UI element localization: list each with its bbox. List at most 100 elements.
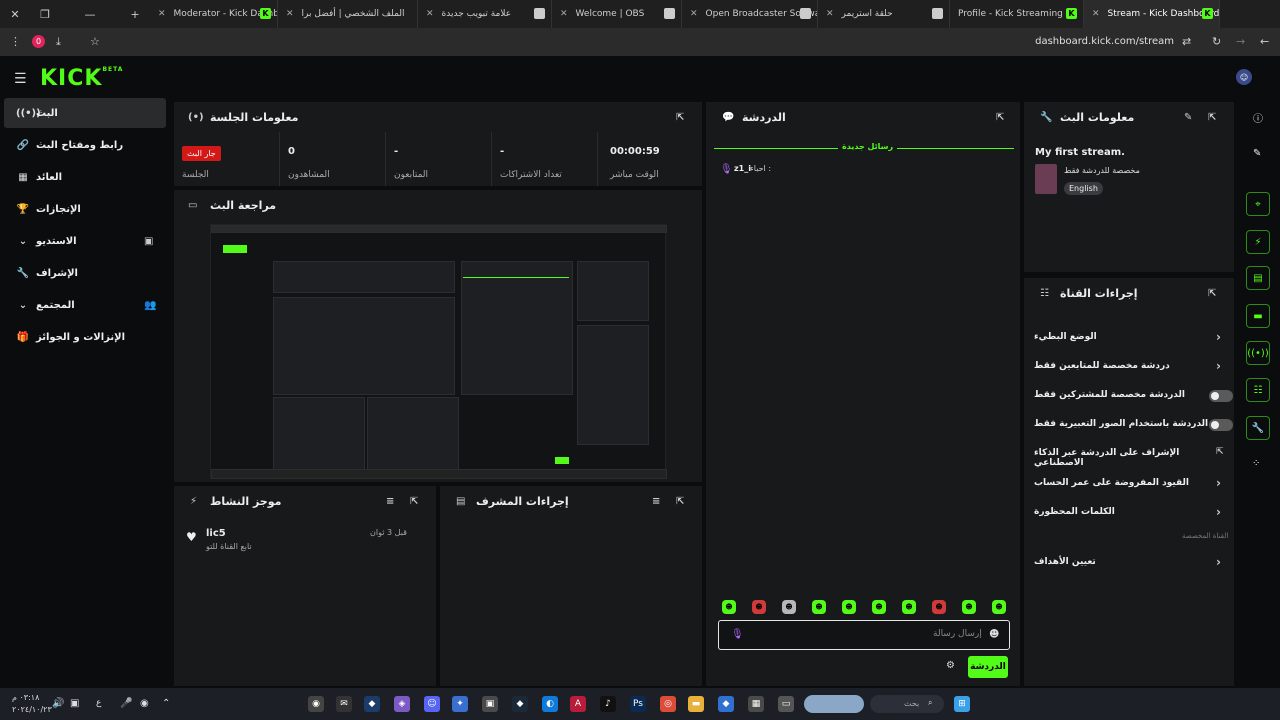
edge-taskbar-icon[interactable]: ◐ bbox=[542, 696, 558, 712]
emote-button[interactable]: ☻ bbox=[962, 600, 976, 614]
maximize-window-button[interactable]: ❐ bbox=[30, 0, 60, 28]
app-taskbar-icon[interactable]: ◈ bbox=[394, 696, 410, 712]
quick-action-button[interactable]: ▬ bbox=[1246, 304, 1270, 328]
steam-taskbar-icon[interactable]: ◆ bbox=[364, 696, 380, 712]
close-icon[interactable]: ✕ bbox=[826, 9, 834, 19]
close-icon[interactable]: ✕ bbox=[426, 9, 434, 19]
back-icon[interactable]: ← bbox=[1260, 35, 1269, 48]
steam-taskbar-icon[interactable]: ◆ bbox=[512, 696, 528, 712]
emote-button[interactable]: ☻ bbox=[782, 600, 796, 614]
emote-button[interactable]: ☻ bbox=[992, 600, 1006, 614]
user-avatar[interactable]: ☺ bbox=[1236, 69, 1252, 85]
obs-taskbar-icon[interactable]: ◉ bbox=[308, 696, 324, 712]
account-age-row[interactable]: القيود المفروضة على عمر الحساب › bbox=[1034, 476, 1224, 490]
stream-preview-video[interactable] bbox=[210, 224, 667, 479]
site-settings-icon[interactable]: ⇄ bbox=[1182, 35, 1191, 48]
emote-button[interactable]: ☻ bbox=[752, 600, 766, 614]
chat-input-box[interactable]: 🎙 إرسال رسالة ☻ bbox=[718, 620, 1010, 650]
sidebar-item-drops[interactable]: 🎁 الإنزالات و الجوائز bbox=[4, 322, 166, 352]
sidebar-item-studio[interactable]: ⌄ الاستديو ▣ bbox=[4, 226, 166, 256]
tab-streamer-episode[interactable]: ✕ حلقة استريمر bbox=[818, 0, 950, 28]
popout-icon[interactable]: ⇱ bbox=[676, 496, 684, 507]
chevron-up-icon[interactable]: ⌃ bbox=[162, 698, 170, 709]
url-field[interactable]: dashboard.kick.com/stream bbox=[1035, 36, 1174, 47]
record-icon[interactable]: ◉ bbox=[140, 698, 149, 709]
close-icon[interactable]: ✕ bbox=[690, 9, 698, 19]
app-taskbar-icon[interactable]: ▭ bbox=[778, 696, 794, 712]
forward-icon[interactable]: → bbox=[1236, 35, 1245, 48]
popout-icon[interactable]: ⇱ bbox=[1208, 288, 1216, 299]
edit-pencil-icon[interactable]: ✎ bbox=[1253, 148, 1261, 159]
sidebar-item-stream[interactable]: ((•)) البث bbox=[4, 98, 166, 128]
emote-button[interactable]: ☻ bbox=[842, 600, 856, 614]
tiktok-taskbar-icon[interactable]: ♪ bbox=[600, 696, 616, 712]
followers-only-row[interactable]: دردشة مخصصة للمتابعين فقط › bbox=[1034, 359, 1224, 373]
close-icon[interactable]: ✕ bbox=[1092, 9, 1100, 19]
filter-icon[interactable]: ≡ bbox=[386, 496, 394, 507]
sidebar-item-moderation[interactable]: 🔧 الإشراف bbox=[4, 258, 166, 288]
hamburger-menu-icon[interactable]: ☰ bbox=[14, 71, 27, 87]
minimize-window-button[interactable]: — bbox=[60, 0, 120, 28]
emoji-picker-icon[interactable]: ☻ bbox=[989, 629, 999, 640]
ai-moderation-row[interactable]: الإشراف على الدردشة عبر الذكاء الاصطناعي… bbox=[1034, 447, 1224, 468]
sidebar-item-community[interactable]: ⌄ المجتمع 👥 bbox=[4, 290, 166, 320]
tab-obs-software[interactable]: ✕ Open Broadcaster Softwa bbox=[682, 0, 818, 28]
close-icon[interactable]: ✕ bbox=[158, 9, 166, 19]
filter-icon[interactable]: ≡ bbox=[652, 496, 660, 507]
close-icon[interactable]: ✕ bbox=[560, 9, 568, 19]
info-icon[interactable]: ⓘ bbox=[1253, 110, 1263, 125]
photoshop-taskbar-icon[interactable]: Ps bbox=[630, 696, 646, 712]
kick-logo[interactable]: KICKBETA bbox=[40, 66, 123, 91]
activity-user[interactable]: lic5 bbox=[206, 528, 226, 539]
quick-action-button[interactable]: ⚡ bbox=[1246, 230, 1270, 254]
subscribers-only-toggle[interactable] bbox=[1209, 390, 1233, 402]
emote-button[interactable]: ☻ bbox=[812, 600, 826, 614]
input-language[interactable]: ع bbox=[96, 698, 101, 708]
set-goals-row[interactable]: تعيين الأهداف › bbox=[1034, 555, 1224, 569]
tab-kick-profile[interactable]: Profile - Kick Streaming K bbox=[950, 0, 1084, 28]
start-windows-icon[interactable]: ⊞ bbox=[954, 696, 970, 712]
discord-taskbar-icon[interactable]: ☺ bbox=[424, 696, 440, 712]
quick-action-button[interactable]: ☷ bbox=[1246, 378, 1270, 402]
app-taskbar-icon[interactable]: ◆ bbox=[718, 696, 734, 712]
store-taskbar-icon[interactable]: ▦ bbox=[748, 696, 764, 712]
more-options-icon[interactable]: ⁘ bbox=[1252, 458, 1260, 469]
speaker-icon[interactable]: 🔊 bbox=[52, 698, 64, 709]
network-icon[interactable]: ▣ bbox=[70, 698, 79, 709]
app-taskbar-icon[interactable]: ▣ bbox=[482, 696, 498, 712]
download-icon[interactable]: ⤓ bbox=[56, 35, 61, 49]
popout-icon[interactable]: ⇱ bbox=[996, 112, 1004, 123]
messenger-taskbar-icon[interactable]: ✦ bbox=[452, 696, 468, 712]
taskbar-search[interactable]: بحث ⌕ bbox=[870, 695, 944, 713]
mail-taskbar-icon[interactable]: ✉ bbox=[336, 696, 352, 712]
tab-obs-welcome[interactable]: ✕ Welcome | OBS bbox=[552, 0, 682, 28]
gear-icon[interactable]: ⚙ bbox=[946, 660, 955, 671]
emote-only-toggle[interactable] bbox=[1209, 419, 1233, 431]
tab-profile-ar[interactable]: ✕ الملف الشخصي | أفضل برا bbox=[278, 0, 418, 28]
notification-badge[interactable]: 0 bbox=[32, 35, 45, 48]
clip-button[interactable]: ⌖ bbox=[1246, 192, 1270, 216]
microphone-icon[interactable]: 🎤 bbox=[120, 698, 132, 709]
bookmark-star-icon[interactable]: ☆ bbox=[90, 35, 100, 48]
slow-mode-row[interactable]: الوضع البطيء › bbox=[1034, 330, 1224, 344]
close-window-button[interactable]: ✕ bbox=[0, 0, 30, 28]
edit-pencil-icon[interactable]: ✎ bbox=[1184, 112, 1192, 123]
emote-button[interactable]: ☻ bbox=[902, 600, 916, 614]
popout-icon[interactable]: ⇱ bbox=[1208, 112, 1216, 123]
reload-icon[interactable]: ↻ bbox=[1212, 35, 1221, 48]
popout-icon[interactable]: ⇱ bbox=[410, 496, 418, 507]
emote-button[interactable]: ☻ bbox=[722, 600, 736, 614]
sidebar-item-stream-key[interactable]: 🔗 رابط ومفتاح البث bbox=[4, 130, 166, 160]
emote-button[interactable]: ☻ bbox=[932, 600, 946, 614]
send-chat-button[interactable]: الدردشة bbox=[968, 656, 1008, 678]
app-taskbar-icon[interactable]: A bbox=[570, 696, 586, 712]
emote-button[interactable]: ☻ bbox=[872, 600, 886, 614]
chat-username[interactable]: z1_i bbox=[734, 164, 751, 173]
folder-taskbar-icon[interactable]: ▬ bbox=[688, 696, 704, 712]
quick-action-button[interactable]: ((•)) bbox=[1246, 341, 1270, 365]
tab-kick-stream[interactable]: ✕ Stream - Kick Dashboard K bbox=[1084, 0, 1220, 28]
banned-words-row[interactable]: الكلمات المحظورة › bbox=[1034, 505, 1224, 519]
sidebar-item-revenue[interactable]: ▦ العائد bbox=[4, 162, 166, 192]
quick-action-button[interactable]: 🔧 bbox=[1246, 416, 1270, 440]
tab-moderator[interactable]: ✕ Moderator - Kick Dashbo K bbox=[150, 0, 278, 28]
